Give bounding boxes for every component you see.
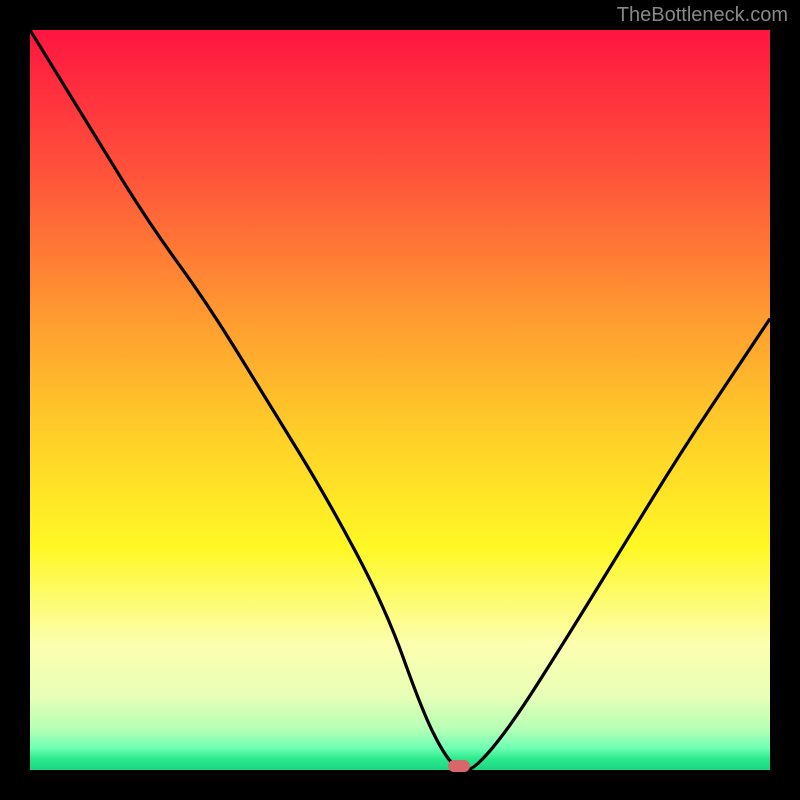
plot-area (30, 30, 770, 770)
watermark-text: TheBottleneck.com (617, 4, 788, 27)
chart-container: TheBottleneck.com (0, 0, 800, 800)
optimal-marker (448, 760, 470, 772)
bottleneck-curve (30, 30, 770, 770)
